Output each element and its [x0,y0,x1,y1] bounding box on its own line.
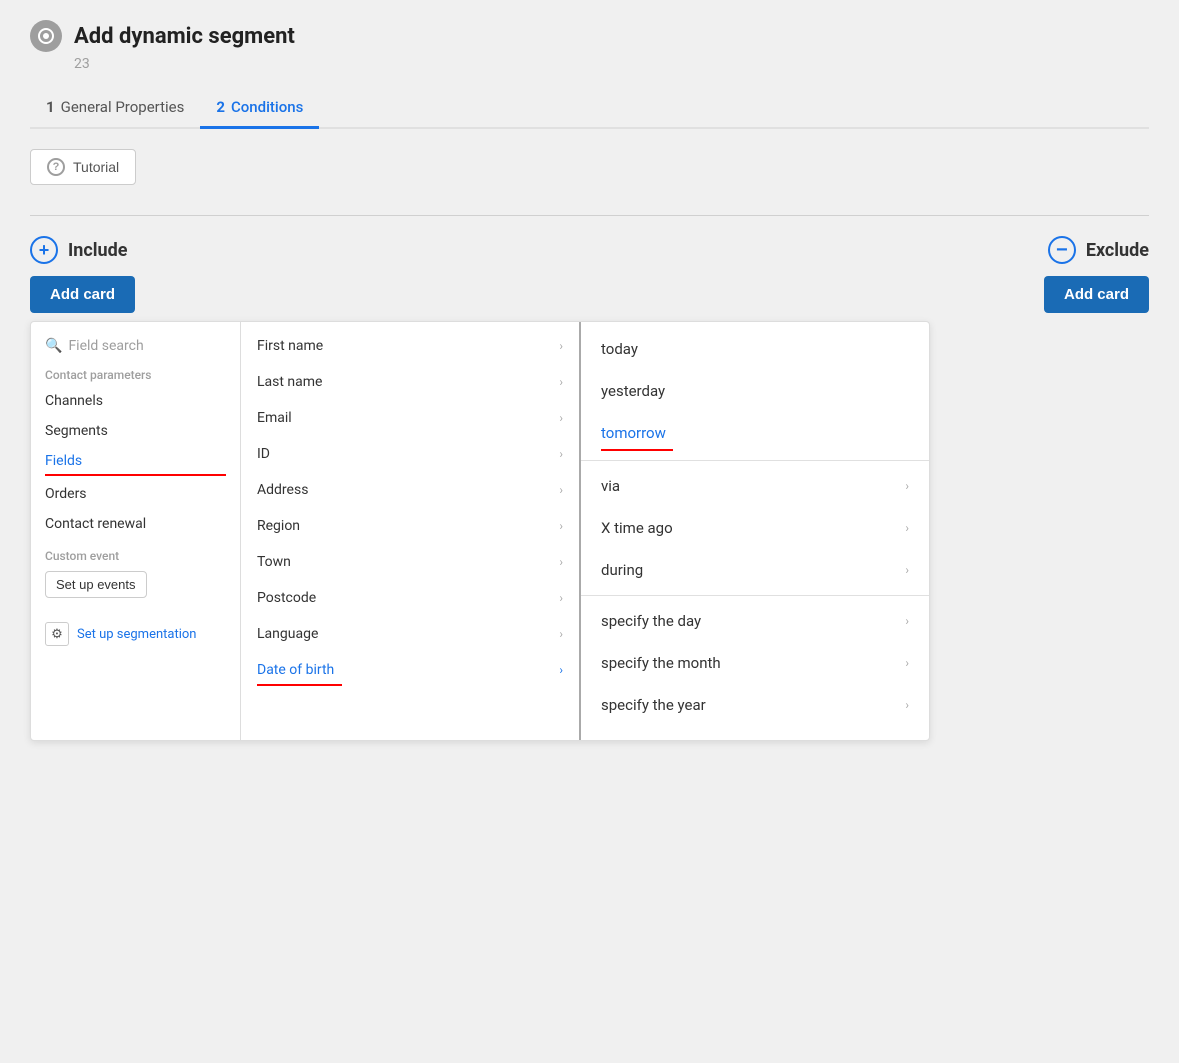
tab-conditions[interactable]: 2 Conditions [200,88,319,129]
option-specify-day[interactable]: specify the day › [581,600,929,642]
categories-column: 🔍 Field search Contact parameters Channe… [31,322,241,740]
exclude-title: − Exclude [1048,236,1149,264]
option-via[interactable]: via › [581,465,929,507]
fields-column: First name › Last name › Email › ID › Ad… [241,322,581,740]
add-card-row: Add card Add card [30,276,1149,313]
section-divider [30,215,1149,216]
chevron-right-icon: › [559,411,563,425]
search-row: 🔍 Field search [31,332,240,364]
chevron-right-icon: › [559,375,563,389]
field-date-of-birth[interactable]: Date of birth › [241,652,579,690]
options-column: today yesterday tomorrow via › X time ag… [581,322,929,740]
contact-params-label: Contact parameters [31,364,240,386]
field-language[interactable]: Language › [241,616,579,652]
segment-icon [30,20,62,52]
setup-segmentation-label: Set up segmentation [77,627,197,642]
setup-events-button[interactable]: Set up events [45,571,147,598]
via-chevron-icon: › [905,479,909,493]
custom-event-label: Custom event [31,539,240,567]
page-container: Add dynamic segment 23 1 General Propert… [0,0,1179,1063]
tab-general-properties[interactable]: 1 General Properties [30,88,200,129]
page-title: Add dynamic segment [74,24,295,49]
tab1-label: General Properties [61,98,185,116]
during-chevron-icon: › [905,563,909,577]
setup-segmentation-link[interactable]: ⚙ Set up segmentation [31,612,240,656]
tab1-number: 1 [46,98,55,116]
tutorial-section: ? Tutorial [30,129,1149,205]
search-icon: 🔍 [45,338,62,354]
option-tomorrow[interactable]: tomorrow [581,412,929,456]
option-x-time-ago[interactable]: X time ago › [581,507,929,549]
field-town[interactable]: Town › [241,544,579,580]
dropdown-panel: 🔍 Field search Contact parameters Channe… [30,321,930,741]
chevron-right-icon: › [559,663,563,677]
options-divider-2 [581,595,929,596]
search-placeholder: Field search [68,338,143,354]
field-last-name[interactable]: Last name › [241,364,579,400]
sidebar-item-channels[interactable]: Channels [31,386,240,416]
help-icon: ? [47,158,65,176]
chevron-right-icon: › [559,447,563,461]
specify-day-chevron-icon: › [905,614,909,628]
chevron-right-icon: › [559,591,563,605]
tutorial-button[interactable]: ? Tutorial [30,149,136,185]
field-postcode[interactable]: Postcode › [241,580,579,616]
option-specify-year[interactable]: specify the year › [581,684,929,726]
option-yesterday[interactable]: yesterday [581,370,929,412]
specify-year-chevron-icon: › [905,698,909,712]
tab2-label: Conditions [231,98,303,116]
tab2-number: 2 [216,98,225,116]
include-title: + Include [30,236,127,264]
page-header: Add dynamic segment [30,20,1149,52]
sidebar-item-contact-renewal[interactable]: Contact renewal [31,509,240,539]
chevron-right-icon: › [559,483,563,497]
field-id[interactable]: ID › [241,436,579,472]
option-during[interactable]: during › [581,549,929,591]
option-specify-month[interactable]: specify the month › [581,642,929,684]
sidebar-item-orders[interactable]: Orders [31,479,240,509]
field-first-name[interactable]: First name › [241,328,579,364]
field-region[interactable]: Region › [241,508,579,544]
include-add-card-button[interactable]: Add card [30,276,135,313]
chevron-right-icon: › [559,339,563,353]
x-time-ago-chevron-icon: › [905,521,909,535]
specify-month-chevron-icon: › [905,656,909,670]
sidebar-item-fields[interactable]: Fields [31,446,240,479]
tutorial-label: Tutorial [73,159,119,175]
chevron-right-icon: › [559,627,563,641]
exclude-circle-btn[interactable]: − [1048,236,1076,264]
exclude-label: Exclude [1086,240,1149,261]
sidebar-item-segments[interactable]: Segments [31,416,240,446]
include-add-circle-btn[interactable]: + [30,236,58,264]
page-subtitle: 23 [74,56,1149,72]
include-label: Include [68,240,127,261]
chevron-right-icon: › [559,519,563,533]
field-email[interactable]: Email › [241,400,579,436]
gear-icon: ⚙ [45,622,69,646]
options-divider-1 [581,460,929,461]
field-address[interactable]: Address › [241,472,579,508]
exclude-add-card-button[interactable]: Add card [1044,276,1149,313]
tabs-bar: 1 General Properties 2 Conditions [30,88,1149,129]
option-today[interactable]: today [581,328,929,370]
include-exclude-row: + Include − Exclude [30,236,1149,264]
chevron-right-icon: › [559,555,563,569]
